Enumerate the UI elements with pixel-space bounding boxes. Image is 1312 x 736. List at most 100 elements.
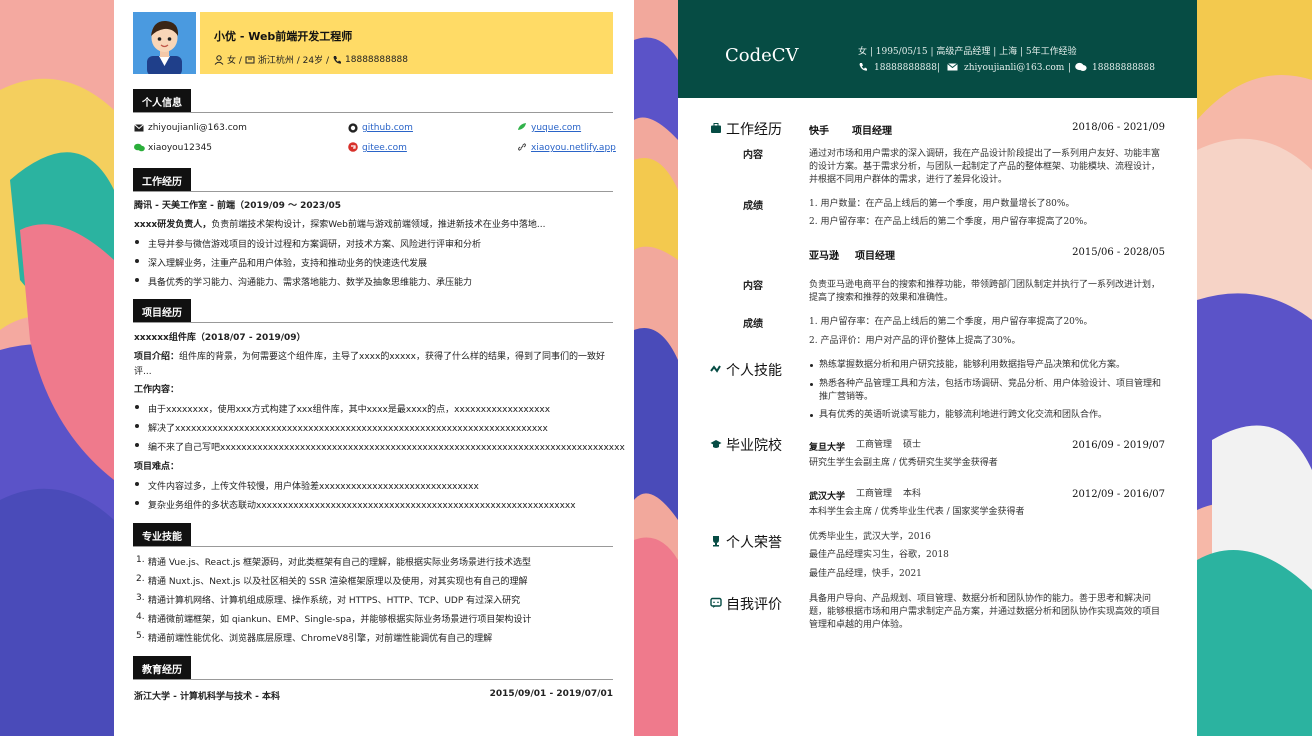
profile-summary: 女 | 1995/05/15 | 高级产品经理 | 上海 | 5年工作经验 xyxy=(858,47,1077,57)
skill-item: 熟练掌握数据分析和用户研究技能，能够利用数据指导产品决策和优化方案。 xyxy=(819,360,1126,370)
gitee-icon xyxy=(348,142,358,152)
job-company: 亚马逊 xyxy=(809,251,839,262)
bullet-dot xyxy=(135,259,139,263)
location-age-text: 浙江杭州 / 24岁 / xyxy=(257,56,330,66)
job-role: 项目经理 xyxy=(855,251,895,262)
bullet-dot xyxy=(135,424,139,428)
self-evaluation-text: 具备用户导向、产品规划、项目管理、数据分析和团队协作的能力。善于思考和解决问题，… xyxy=(809,594,1161,630)
resume-template-1[interactable]: 小优 - Web前端开发工程师 女 / 浙江杭州 / 24岁 / 1888888… xyxy=(114,0,634,736)
trophy-icon xyxy=(713,536,719,547)
work-bullet: 深入理解业务，注重产品和用户体验，支持和推动业务的快速迭代发展 xyxy=(148,259,428,269)
graduation-cap-icon xyxy=(710,440,722,448)
section-self-evaluation: 自我评价 xyxy=(726,597,782,613)
school-note: 研究生学生会副主席 / 优秀研究生奖学金获得者 xyxy=(809,458,998,468)
skill-item: 精通前端性能优化、浏览器底层原理、ChromeV8引擎，对前端性能调优有自己的理… xyxy=(148,634,493,644)
job-result: 2. 产品评价：用户对产品的评价整体上提高了30%。 xyxy=(809,336,1021,346)
website-link[interactable]: xiaoyou.netlify.app xyxy=(531,143,616,153)
job-period: 2018/06 - 2021/09 xyxy=(1072,122,1165,133)
section-work-experience: 工作经历 xyxy=(726,122,782,138)
education-school: 浙江大学 - 计算机科学与技术 - 本科 xyxy=(134,692,281,702)
project-difficulty-item: 复杂业务组件的多状态联动xxxxxxxxxxxxxxxxxxxxxxxxxxxx… xyxy=(148,501,576,511)
section-personal-info: 个人信息 xyxy=(133,89,613,113)
phone-icon xyxy=(859,63,867,71)
wechat-text: xiaoyou12345 xyxy=(148,143,213,153)
phone-text: 18888888888 xyxy=(874,63,937,73)
wechat-icon xyxy=(134,143,145,152)
github-link[interactable]: github.com xyxy=(362,123,413,133)
school-period: 2016/09 - 2019/07 xyxy=(1072,440,1165,451)
education-period: 2015/09/01 - 2019/07/01 xyxy=(489,689,613,699)
separator: | xyxy=(1068,63,1072,73)
result-label: 成绩 xyxy=(743,201,763,212)
bullet-dot xyxy=(810,414,813,417)
work-bullet: 主导并参与微信游戏项目的设计过程和方案调研，对技术方案、风险进行评审和分析 xyxy=(148,240,482,250)
mail-icon xyxy=(947,63,958,71)
job-company: 快手 xyxy=(809,126,829,137)
id-card-icon xyxy=(245,56,255,63)
briefcase-icon xyxy=(711,123,721,133)
honor-item: 最佳产品经理，快手，2021 xyxy=(809,569,922,579)
skill-index: 3. xyxy=(136,593,145,603)
bullet-dot xyxy=(135,405,139,409)
comment-icon xyxy=(710,597,722,608)
school-name: 武汉大学 xyxy=(809,492,846,502)
content-label: 内容 xyxy=(743,281,763,292)
project-work-item: 解决了xxxxxxxxxxxxxxxxxxxxxxxxxxxxxxxxxxxxx… xyxy=(148,424,548,434)
bullet-dot xyxy=(135,240,139,244)
result-label: 成绩 xyxy=(743,319,763,330)
avatar xyxy=(133,12,196,74)
skill-index: 2. xyxy=(136,574,145,584)
section-projects: 项目经历 xyxy=(133,299,613,323)
bullet-dot xyxy=(135,443,139,447)
school-note: 本科学生会主席 / 优秀毕业生代表 / 国家奖学金获得者 xyxy=(809,507,1025,517)
user-icon xyxy=(214,54,224,65)
section-work-experience: 工作经历 xyxy=(133,168,613,192)
gitee-link[interactable]: gitee.com xyxy=(362,143,407,153)
project-intro: 项目介绍：组件库的背景，为何需要这个组件库，主导了xxxx的xxxxx，获得了什… xyxy=(134,352,605,362)
separator: | xyxy=(937,63,941,73)
school-degree: 本科 xyxy=(903,489,922,499)
school-name: 复旦大学 xyxy=(809,443,846,453)
skill-item: 精通计算机网络、计算机组成原理、操作系统，对 HTTPS、HTTP、TCP、UD… xyxy=(148,596,521,606)
project-work-item: 由于xxxxxxxx，使用xxx方式构建了xxx组件库，其中xxxx是最xxxx… xyxy=(148,405,551,415)
skill-index: 5. xyxy=(136,631,145,641)
bullet-dot xyxy=(135,278,139,282)
work-bullet: 具备优秀的学习能力、沟通能力、需求落地能力、数学及抽象思维能力、承压能力 xyxy=(148,278,473,288)
bullet-dot xyxy=(135,501,139,505)
school-degree: 硕士 xyxy=(903,440,922,450)
section-education: 教育经历 xyxy=(133,656,613,680)
phone-text: 18888888888 xyxy=(345,54,409,65)
section-skills: 专业技能 xyxy=(133,523,613,547)
project-difficulty-item: 文件内容过多，上传文件较慢，用户体验差xxxxxxxxxxxxxxxxxxxxx… xyxy=(148,482,479,492)
link-icon xyxy=(518,143,526,151)
project-title: xxxxxx组件库（2018/07 - 2019/09） xyxy=(134,333,306,343)
email-text: zhiyoujianli@163.com xyxy=(964,63,1065,73)
job-period: 2015/06 - 2028/05 xyxy=(1072,247,1165,258)
yuque-icon xyxy=(518,123,526,130)
work-title: 腾讯 - 天美工作室 - 前端（2019/09 ～ 2023/05 xyxy=(134,201,341,211)
profile-meta: 女 / 浙江杭州 / 24岁 / 18888888888 xyxy=(214,53,599,66)
skill-item: 具有优秀的英语听说读写能力，能够流利地进行跨文化交流和团队合作。 xyxy=(819,410,1108,420)
resume-header: CodeCV 女 | 1995/05/15 | 高级产品经理 | 上海 | 5年… xyxy=(678,0,1197,98)
skill-item: 精通 Nuxt.js、Next.js 以及社区相关的 SSR 渲染框架原理以及使… xyxy=(148,577,528,587)
bullet-dot xyxy=(135,482,139,486)
mail-icon xyxy=(134,124,144,132)
wechat-icon xyxy=(1075,62,1087,71)
yuque-link[interactable]: yuque.com xyxy=(531,123,581,133)
profile-header: 小优 - Web前端开发工程师 女 / 浙江杭州 / 24岁 / 1888888… xyxy=(200,12,613,74)
email-text: zhiyoujianli@163.com xyxy=(148,123,247,133)
work-intro: xxxx研发负责人，负责前端技术架构设计，探索Web前端与游戏前端领域，推进新技… xyxy=(134,220,546,230)
project-work-item: 编不来了自己写吧xxxxxxxxxxxxxxxxxxxxxxxxxxxxxxxx… xyxy=(148,443,625,453)
job-result: 1. 用户数量：在产品上线后的第一个季度，用户数量增长了80%。 xyxy=(809,199,1075,209)
skill-index: 4. xyxy=(136,612,145,622)
job-result: 1. 用户留存率：在产品上线后的第二个季度，用户留存率提高了20%。 xyxy=(809,317,1093,327)
project-intro-cont: 评... xyxy=(134,367,152,377)
bullet-dot xyxy=(810,383,813,386)
honor-item: 最佳产品经理实习生，谷歌，2018 xyxy=(809,550,949,560)
resume-template-2[interactable]: CodeCV 女 | 1995/05/15 | 高级产品经理 | 上海 | 5年… xyxy=(678,0,1197,736)
section-skills: 个人技能 xyxy=(726,363,782,379)
honor-item: 优秀毕业生，武汉大学，2016 xyxy=(809,532,931,542)
bullet-dot xyxy=(810,364,813,367)
profile-name: 小优 - Web前端开发工程师 xyxy=(214,30,353,43)
brand-logo: CodeCV xyxy=(725,45,799,66)
